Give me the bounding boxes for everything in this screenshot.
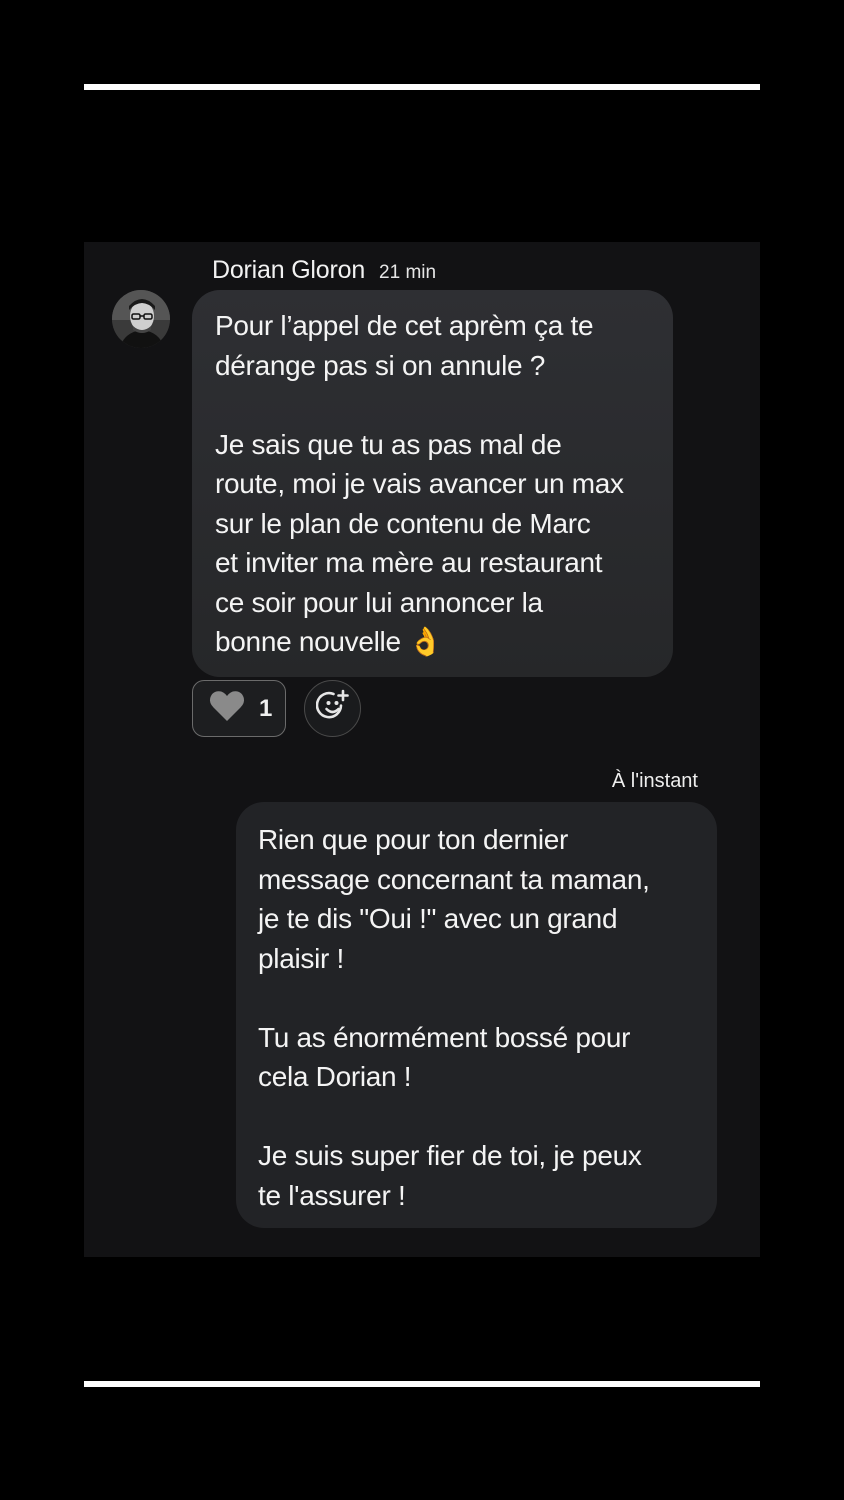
message-header: Dorian Gloron 21 min: [212, 256, 436, 285]
add-reaction-icon: [315, 689, 350, 728]
add-reaction-button[interactable]: [304, 680, 361, 737]
message-paragraph: Tu as énormément bossé pour cela Dorian …: [258, 1021, 631, 1093]
top-divider: [84, 84, 760, 90]
sender-name[interactable]: Dorian Gloron: [212, 256, 365, 285]
message-timestamp-outgoing: À l'instant: [611, 770, 698, 792]
message-paragraph: Je suis super fier de toi, je peux te l'…: [258, 1140, 642, 1211]
reaction-bar: 1: [192, 680, 361, 737]
avatar[interactable]: [112, 290, 170, 348]
message-paragraph: Pour l’appel de cet aprèm ça te dérange …: [215, 310, 594, 381]
message-paragraph: Rien que pour ton dernier message concer…: [258, 824, 650, 974]
heart-reaction-button[interactable]: 1: [192, 680, 286, 737]
incoming-message-bubble[interactable]: Pour l’appel de cet aprèm ça te dérange …: [192, 290, 673, 677]
message-paragraph: Je sais que tu as pas mal de route, moi …: [215, 428, 624, 658]
message-timestamp: 21 min: [379, 262, 437, 283]
outgoing-message-bubble[interactable]: Rien que pour ton dernier message concer…: [236, 802, 717, 1228]
chat-panel: Dorian Gloron 21 min Pour l’appel de cet…: [84, 242, 760, 1257]
reaction-count: 1: [259, 694, 273, 722]
bottom-divider: [84, 1381, 760, 1387]
heart-icon: [209, 690, 245, 727]
